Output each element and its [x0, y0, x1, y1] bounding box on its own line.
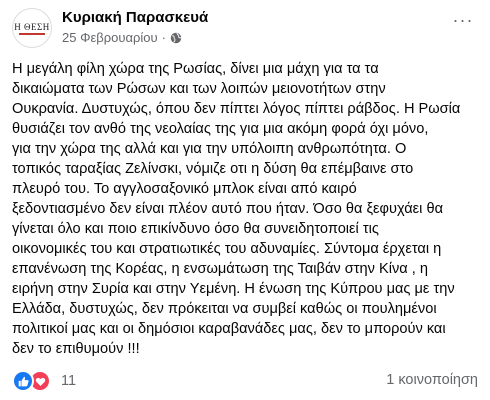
post-text-line: Ουκρανία. Δυστυχώς, όπου δεν πίπτει λόγο…: [12, 101, 461, 117]
post-text-line: οικονομικές του και στρατιωτικές του αδυ…: [12, 241, 442, 257]
post-text-line: δικαιώματα των Ρώσων και των λοιπών μειο…: [12, 81, 386, 97]
post-text-line: ξεδοντιασμένο δεν είναι πλέον αυτό που ή…: [12, 201, 444, 217]
post-text-line: Ελλάδα, δυστυχώς, δεν πρόκειται να συμβε…: [12, 301, 437, 317]
post-footer: 11 1 κοινοποίηση: [12, 370, 478, 392]
reactions-summary[interactable]: 11: [12, 370, 76, 392]
post-text-line: γίνεται όλο και ποιο επικίνδυνο όσο θα σ…: [12, 221, 379, 237]
post-text-line: πολιτικοί μας και οι δημόσιοι καραβανάδε…: [12, 321, 446, 337]
post-text-line: για την χώρα της αλλά και για την υπόλοι…: [12, 141, 407, 157]
like-icon: [12, 370, 34, 392]
post-text-line: επανένωση της Κορέας, η ενσωμάτωση της Τ…: [12, 261, 428, 277]
post-text-line: Η μεγάλη φίλη χώρα της Ρωσίας, δίνει μια…: [12, 61, 379, 77]
more-options-button[interactable]: ···: [448, 10, 478, 30]
post-date-link[interactable]: 25 Φεβρουαρίου: [62, 30, 158, 45]
post-text-line: ειρήνη στην Συρία και στην Υεμένη. Η ένω…: [12, 281, 455, 297]
reaction-count: 11: [61, 373, 77, 389]
page-name-link[interactable]: Κυριακή Παρασκευά: [62, 9, 208, 26]
avatar-logo-text: Η ΘΕΣΗ: [14, 21, 50, 32]
post-text-line: τοπικός ταραξίας Ζελίνσκι, νόμιζε οτι η …: [12, 161, 414, 177]
avatar-logo-bar: [19, 32, 45, 35]
avatar[interactable]: Η ΘΕΣΗ: [12, 8, 52, 48]
post-meta: 25 Φεβρουαρίου ·: [62, 30, 182, 45]
post-text-line: δεν το επιθυμούν !!!: [12, 341, 140, 357]
shares-count-link[interactable]: 1 κοινοποίηση: [386, 372, 478, 388]
post-text-line: πλευρό του. Το αγγλοσαξονικό μπλοκ είναι…: [12, 181, 357, 197]
post-text-line: θυσιάζει τον ανθό της νεολαίας της για μ…: [12, 121, 429, 137]
post-body: Η μεγάλη φίλη χώρα της Ρωσίας, δίνει μια…: [12, 59, 482, 359]
meta-separator: ·: [161, 30, 166, 45]
post-header: Η ΘΕΣΗ Κυριακή Παρασκευά 25 Φεβρουαρίου …: [12, 8, 478, 52]
globe-icon[interactable]: [170, 32, 182, 44]
